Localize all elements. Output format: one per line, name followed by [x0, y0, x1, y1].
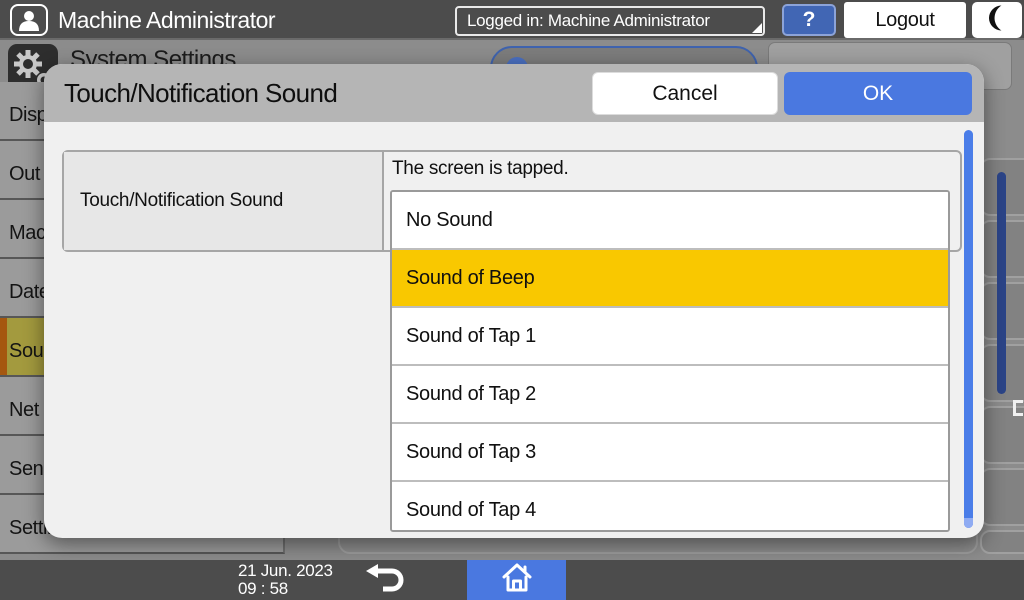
setting-label: Touch/Notification Sound	[64, 152, 384, 250]
dialog-header: Touch/Notification Sound Cancel OK	[44, 64, 984, 122]
cancel-button[interactable]: Cancel	[592, 72, 778, 115]
help-button[interactable]: ?	[782, 4, 836, 36]
login-status-dropdown[interactable]: Logged in: Machine Administrator	[455, 6, 765, 36]
login-status-label: Logged in: Machine Administrator	[467, 11, 710, 31]
option-sound-of-tap-2[interactable]: Sound of Tap 2	[392, 366, 948, 424]
sidebar-item-label: Disp	[9, 104, 47, 127]
moon-icon	[981, 2, 1013, 39]
logout-button[interactable]: Logout	[844, 2, 966, 38]
setting-description: The screen is tapped.	[392, 158, 568, 180]
dark-mode-button[interactable]	[972, 2, 1022, 38]
sidebar-item-label: Net	[9, 399, 39, 422]
dialog-scrollbar[interactable]	[964, 130, 973, 528]
back-icon	[363, 562, 407, 599]
page-title: Machine Administrator	[58, 0, 275, 40]
dropdown-corner-icon	[752, 23, 762, 33]
top-status-bar: Machine Administrator Logged in: Machine…	[0, 0, 1024, 40]
background-right-button[interactable]	[980, 530, 1024, 554]
dialog-title: Touch/Notification Sound	[64, 64, 337, 122]
bottom-navigation-bar: 21 Jun. 2023 09 : 58	[0, 560, 1024, 600]
background-right-button[interactable]	[980, 468, 1024, 526]
option-sound-of-beep[interactable]: Sound of Beep	[392, 250, 948, 308]
ok-button[interactable]: OK	[784, 72, 972, 115]
time-label: 09 : 58	[238, 580, 333, 598]
home-button[interactable]	[467, 560, 566, 600]
touch-panel-screen: System Settings Disp Out Mac Date Sou Ne…	[0, 0, 1024, 600]
option-no-sound[interactable]: No Sound	[392, 192, 948, 250]
option-sound-of-tap-3[interactable]: Sound of Tap 3	[392, 424, 948, 482]
background-text-fragment	[1013, 400, 1023, 416]
datetime-display: 21 Jun. 2023 09 : 58	[238, 562, 333, 598]
user-icon	[10, 4, 48, 36]
sidebar-item-label: Sou	[9, 340, 43, 363]
sidebar-item-label: Sen	[9, 458, 43, 481]
back-button[interactable]	[360, 562, 410, 598]
option-sound-of-tap-1[interactable]: Sound of Tap 1	[392, 308, 948, 366]
option-sound-of-tap-4[interactable]: Sound of Tap 4	[392, 482, 948, 532]
sidebar-item-label: Mac	[9, 222, 46, 245]
date-label: 21 Jun. 2023	[238, 562, 333, 580]
touch-notification-sound-dialog: Touch/Notification Sound Cancel OK Touch…	[44, 64, 984, 538]
home-icon	[497, 561, 537, 600]
sound-option-list: No Sound Sound of Beep Sound of Tap 1 So…	[390, 190, 950, 532]
sidebar-item-label: Out	[9, 163, 40, 186]
background-scrollbar[interactable]	[997, 172, 1006, 394]
